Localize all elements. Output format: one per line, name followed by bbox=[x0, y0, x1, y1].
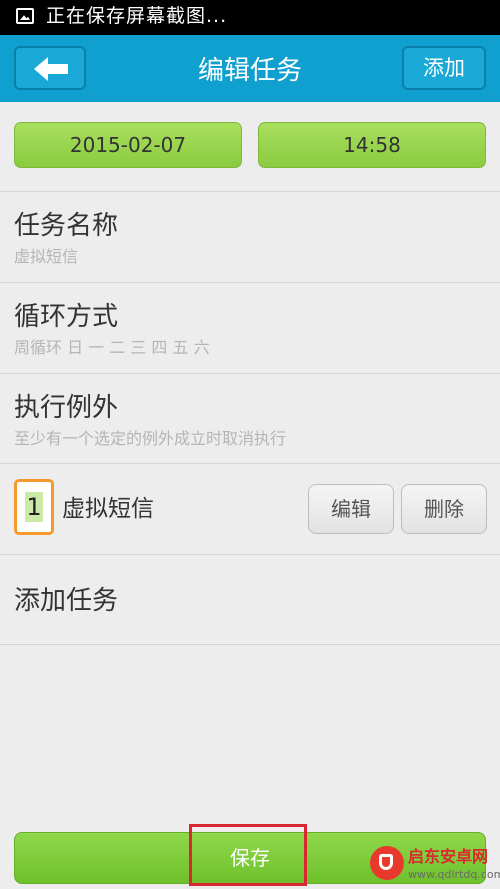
title-bar: 编辑任务 添加 bbox=[0, 35, 500, 102]
status-bar: 正在保存屏幕截图... bbox=[0, 0, 500, 35]
divider bbox=[0, 191, 500, 192]
exceptions-description: 至少有一个选定的例外成立时取消执行 bbox=[14, 429, 287, 448]
watermark-name: 启东安卓网 bbox=[408, 847, 489, 866]
divider bbox=[0, 282, 500, 283]
task-name-value: 虚拟短信 bbox=[14, 247, 79, 266]
add-button[interactable]: 添加 bbox=[402, 46, 486, 90]
task-index-badge: 1 bbox=[14, 479, 54, 535]
task-index: 1 bbox=[25, 492, 43, 522]
divider bbox=[0, 373, 500, 374]
watermark-logo-icon bbox=[370, 846, 404, 880]
repeat-mode-value: 周循环 日 一 二 三 四 五 六 bbox=[14, 338, 210, 357]
task-name-title[interactable]: 任务名称 bbox=[14, 211, 118, 241]
delete-task-button[interactable]: 删除 bbox=[401, 484, 487, 534]
watermark-url: www.qdlrtdq.com bbox=[408, 868, 500, 881]
exceptions-title[interactable]: 执行例外 bbox=[14, 393, 118, 423]
date-picker-button[interactable]: 2015-02-07 bbox=[14, 122, 242, 168]
time-picker-button[interactable]: 14:58 bbox=[258, 122, 486, 168]
divider bbox=[0, 554, 500, 555]
highlight-box bbox=[189, 824, 307, 886]
divider bbox=[0, 463, 500, 464]
screenshot-icon bbox=[16, 8, 34, 24]
add-task-item[interactable]: 添加任务 bbox=[14, 586, 118, 616]
task-item-label: 虚拟短信 bbox=[62, 496, 154, 522]
status-text: 正在保存屏幕截图... bbox=[46, 5, 228, 27]
repeat-mode-title[interactable]: 循环方式 bbox=[14, 302, 118, 332]
divider bbox=[0, 644, 500, 645]
edit-task-button[interactable]: 编辑 bbox=[308, 484, 394, 534]
